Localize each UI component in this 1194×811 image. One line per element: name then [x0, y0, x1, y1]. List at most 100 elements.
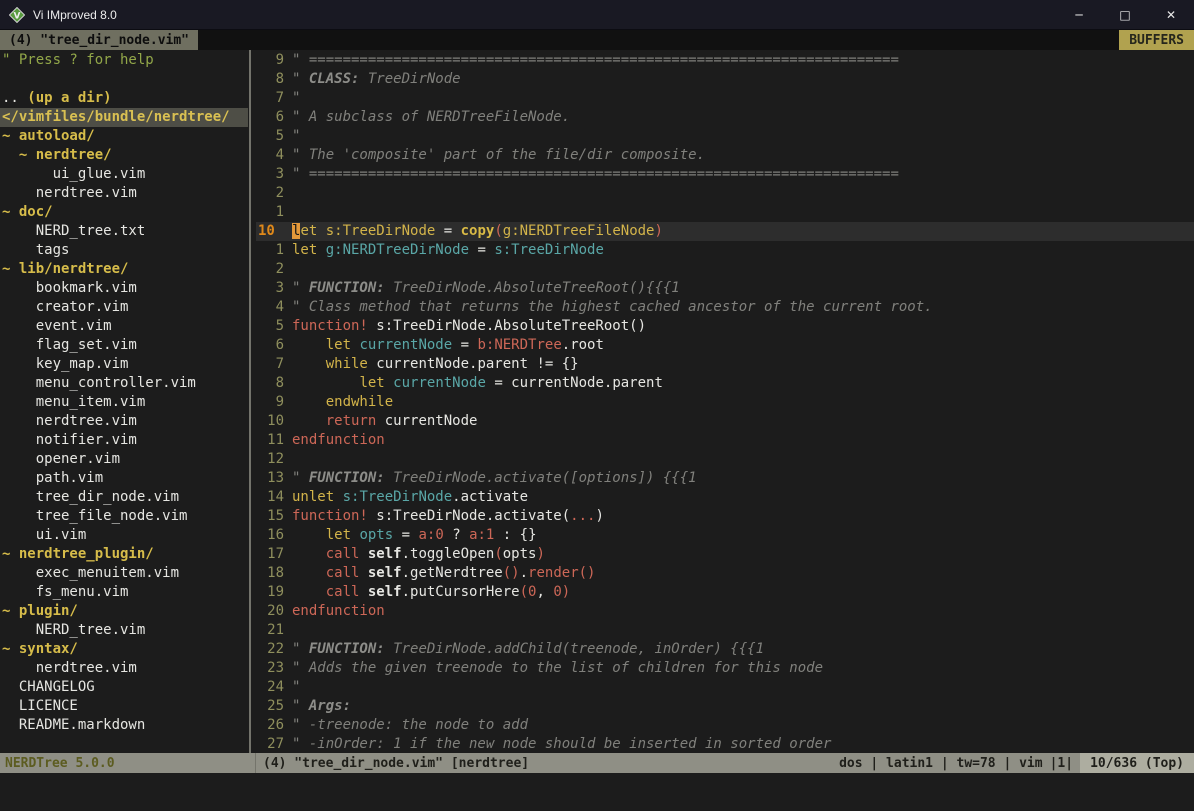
- tree-item[interactable]: .. (up a dir): [2, 89, 248, 108]
- editor-line[interactable]: 2: [256, 184, 1194, 203]
- editor-line[interactable]: 9 endwhile: [256, 393, 1194, 412]
- editor-line[interactable]: 8 let currentNode = currentNode.parent: [256, 374, 1194, 393]
- tree-item[interactable]: README.markdown: [2, 716, 248, 735]
- tree-item[interactable]: ~ lib/nerdtree/: [2, 260, 248, 279]
- tree-item[interactable]: nerdtree.vim: [2, 412, 248, 431]
- code-segment-st: ...: [570, 508, 595, 524]
- tree-item[interactable]: flag_set.vim: [2, 336, 248, 355]
- vertical-split-divider[interactable]: [248, 50, 256, 753]
- editor-line[interactable]: 5function! s:TreeDirNode.AbsoluteTreeRoo…: [256, 317, 1194, 336]
- tree-item[interactable]: ui_glue.vim: [2, 165, 248, 184]
- editor-line[interactable]: 2: [256, 260, 1194, 279]
- tree-item[interactable]: CHANGELOG: [2, 678, 248, 697]
- line-number: 8: [256, 374, 284, 393]
- editor-line[interactable]: 22" FUNCTION: TreeDirNode.addChild(treen…: [256, 640, 1194, 659]
- editor-line[interactable]: 4" Class method that returns the highest…: [256, 298, 1194, 317]
- buffers-tab[interactable]: BUFFERS: [1119, 30, 1194, 50]
- tree-item[interactable]: [2, 70, 248, 89]
- code-segment-dir: ~ nerdtree/: [2, 147, 112, 163]
- code-segment-tx: [359, 565, 367, 581]
- editor-line[interactable]: 8" CLASS: TreeDirNode: [256, 70, 1194, 89]
- editor-line[interactable]: 1let g:NERDTreeDirNode = s:TreeDirNode: [256, 241, 1194, 260]
- code-segment-cy: currentNode: [393, 375, 486, 391]
- editor-line[interactable]: 6" A subclass of NERDTreeFileNode.: [256, 108, 1194, 127]
- tree-item[interactable]: " Press ? for help: [2, 51, 248, 70]
- editor-line[interactable]: 11endfunction: [256, 431, 1194, 450]
- editor-line[interactable]: 5": [256, 127, 1194, 146]
- code-segment-kw: s:TreeDirNode: [326, 223, 436, 239]
- editor-line[interactable]: 17 call self.toggleOpen(opts): [256, 545, 1194, 564]
- tab-active-buffer[interactable]: (4) "tree_dir_node.vim": [0, 30, 198, 50]
- tree-item[interactable]: opener.vim: [2, 450, 248, 469]
- code-segment-cy: opts: [359, 527, 393, 543]
- editor-line[interactable]: 24": [256, 678, 1194, 697]
- editor-line[interactable]: 26" -treenode: the node to add: [256, 716, 1194, 735]
- editor-line[interactable]: 14unlet s:TreeDirNode.activate: [256, 488, 1194, 507]
- line-number: 10: [256, 222, 284, 241]
- editor-line[interactable]: 10let s:TreeDirNode = copy(g:NERDTreeFil…: [256, 222, 1194, 241]
- editor-line[interactable]: 7 while currentNode.parent != {}: [256, 355, 1194, 374]
- code-segment-nr: 0: [553, 584, 561, 600]
- code-segment-file: nerdtree.vim: [2, 413, 137, 429]
- tree-item[interactable]: creator.vim: [2, 298, 248, 317]
- tree-item[interactable]: </vimfiles/bundle/nerdtree/: [0, 108, 248, 127]
- line-number: 4: [256, 146, 284, 165]
- editor-line[interactable]: 23" Adds the given treenode to the list …: [256, 659, 1194, 678]
- tree-item[interactable]: ~ nerdtree/: [2, 146, 248, 165]
- editor-line[interactable]: 9" =====================================…: [256, 51, 1194, 70]
- editor-line[interactable]: 1: [256, 203, 1194, 222]
- code-segment-tx: .toggleOpen: [402, 546, 495, 562]
- tree-item[interactable]: key_map.vim: [2, 355, 248, 374]
- maximize-button[interactable]: □: [1102, 0, 1148, 29]
- editor-line[interactable]: 21: [256, 621, 1194, 640]
- tree-item[interactable]: bookmark.vim: [2, 279, 248, 298]
- tree-item[interactable]: ~ autoload/: [2, 127, 248, 146]
- tree-item[interactable]: notifier.vim: [2, 431, 248, 450]
- tree-item[interactable]: tree_dir_node.vim: [2, 488, 248, 507]
- tree-item[interactable]: ~ doc/: [2, 203, 248, 222]
- editor-line[interactable]: 3" =====================================…: [256, 165, 1194, 184]
- editor-line[interactable]: 6 let currentNode = b:NERDTree.root: [256, 336, 1194, 355]
- line-number: 21: [256, 621, 284, 640]
- tree-item[interactable]: NERD_tree.vim: [2, 621, 248, 640]
- editor-line[interactable]: 18 call self.getNerdtree().render(): [256, 564, 1194, 583]
- editor-line[interactable]: 16 let opts = a:0 ? a:1 : {}: [256, 526, 1194, 545]
- tree-item[interactable]: fs_menu.vim: [2, 583, 248, 602]
- tree-item[interactable]: ~ syntax/: [2, 640, 248, 659]
- tree-item[interactable]: ui.vim: [2, 526, 248, 545]
- tree-item[interactable]: exec_menuitem.vim: [2, 564, 248, 583]
- code-segment-file: LICENCE: [2, 698, 78, 714]
- tree-item[interactable]: menu_item.vim: [2, 393, 248, 412]
- tree-item[interactable]: menu_controller.vim: [2, 374, 248, 393]
- code-segment-dir: ~ plugin/: [2, 603, 78, 619]
- editor-line[interactable]: 12: [256, 450, 1194, 469]
- tree-item[interactable]: tree_file_node.vim: [2, 507, 248, 526]
- main-split: " Press ? for help .. (up a dir)</vimfile…: [0, 50, 1194, 753]
- line-number: 20: [256, 602, 284, 621]
- editor-line[interactable]: 25" Args:: [256, 697, 1194, 716]
- tree-item[interactable]: LICENCE: [2, 697, 248, 716]
- editor-line[interactable]: 13" FUNCTION: TreeDirNode.activate([opti…: [256, 469, 1194, 488]
- editor-line[interactable]: 19 call self.putCursorHere(0, 0): [256, 583, 1194, 602]
- tree-item[interactable]: path.vim: [2, 469, 248, 488]
- tree-item[interactable]: NERD_tree.txt: [2, 222, 248, 241]
- tree-item[interactable]: tags: [2, 241, 248, 260]
- editor-line[interactable]: 3" FUNCTION: TreeDirNode.AbsoluteTreeRoo…: [256, 279, 1194, 298]
- tree-item[interactable]: ~ nerdtree_plugin/: [2, 545, 248, 564]
- tree-item[interactable]: nerdtree.vim: [2, 184, 248, 203]
- tree-item[interactable]: nerdtree.vim: [2, 659, 248, 678]
- code-segment-dir: ~ autoload/: [2, 128, 95, 144]
- editor-line[interactable]: 4" The 'composite' part of the file/dir …: [256, 146, 1194, 165]
- close-button[interactable]: ✕: [1148, 0, 1194, 29]
- editor-line[interactable]: 27" -inOrder: 1 if the new node should b…: [256, 735, 1194, 753]
- code-segment-tx: [359, 546, 367, 562]
- tabline: (4) "tree_dir_node.vim" BUFFERS: [0, 30, 1194, 50]
- editor-line[interactable]: 10 return currentNode: [256, 412, 1194, 431]
- editor-line[interactable]: 20endfunction: [256, 602, 1194, 621]
- tree-item[interactable]: ~ plugin/: [2, 602, 248, 621]
- tree-item[interactable]: event.vim: [2, 317, 248, 336]
- editor-line[interactable]: 15function! s:TreeDirNode.activate(...): [256, 507, 1194, 526]
- command-line[interactable]: [0, 773, 1194, 811]
- minimize-button[interactable]: ─: [1056, 0, 1102, 29]
- editor-line[interactable]: 7": [256, 89, 1194, 108]
